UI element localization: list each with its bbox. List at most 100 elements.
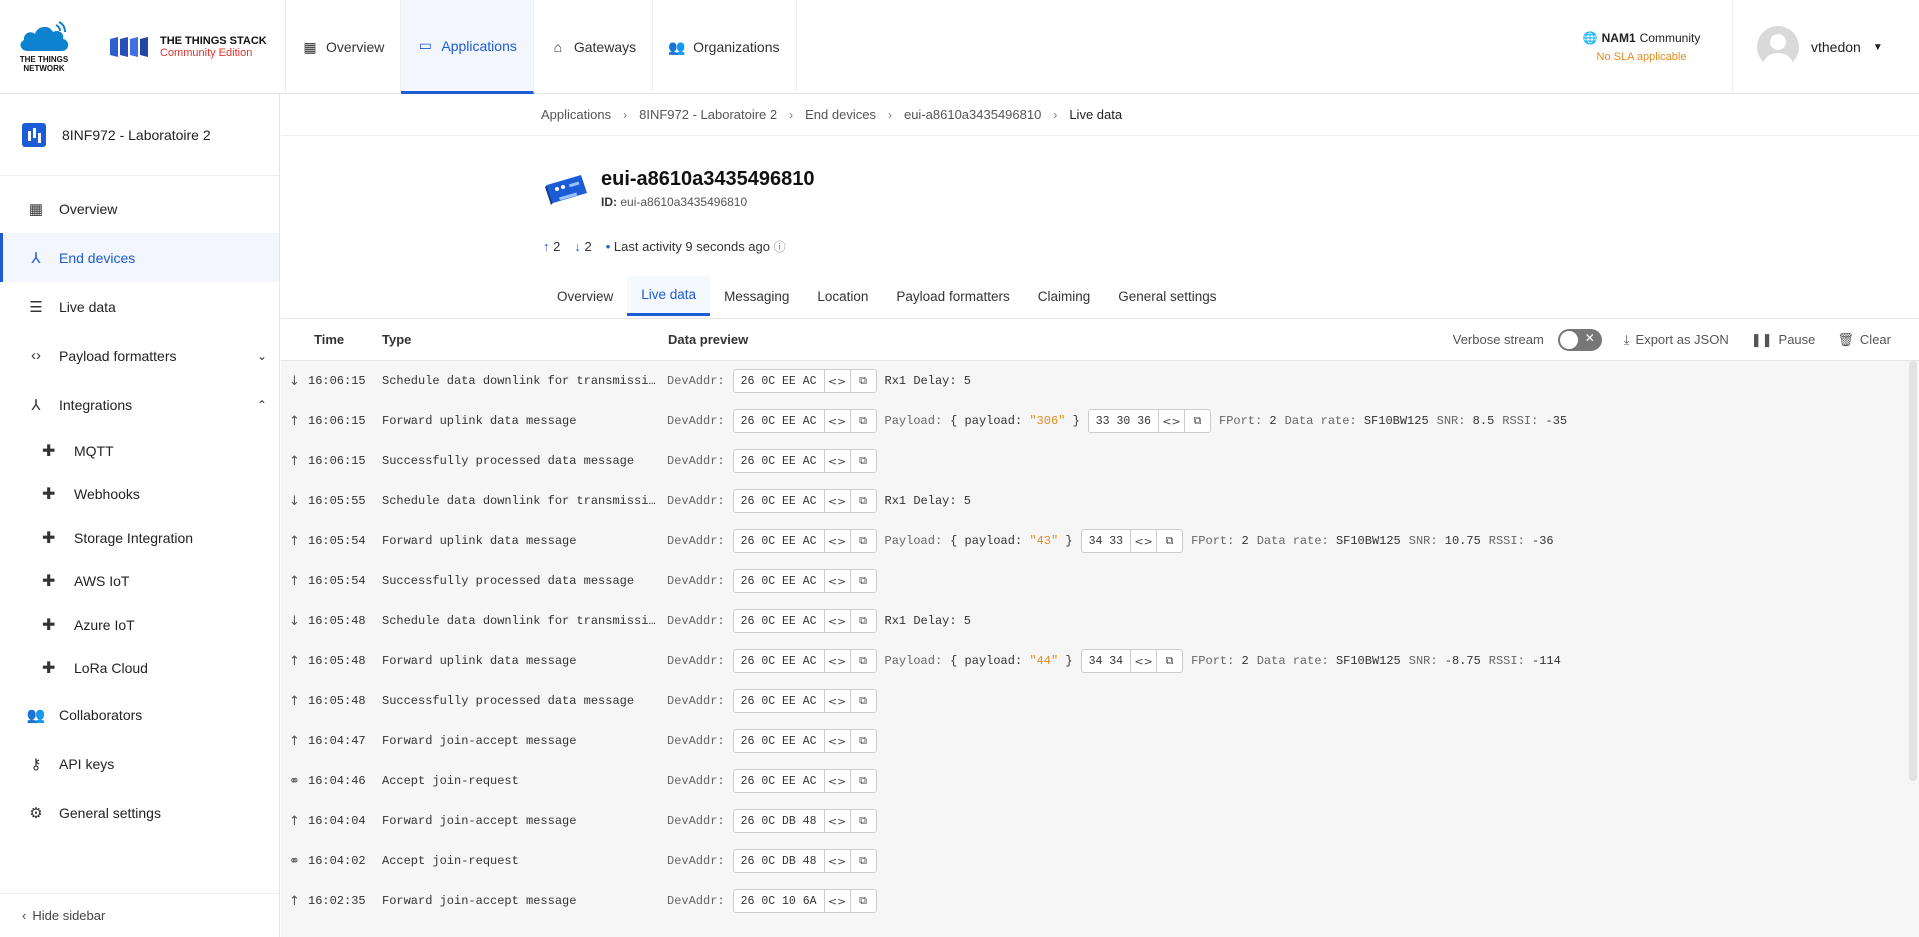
table-row[interactable]: ↓ 16:05:48 Schedule data downlink for tran… bbox=[281, 601, 1919, 641]
code-toggle-icon[interactable]: <> bbox=[823, 770, 850, 792]
code-toggle-icon[interactable]: <> bbox=[823, 530, 850, 552]
devaddr-value[interactable]: 26 0C EE AC bbox=[734, 535, 824, 548]
sidebar-item-azure-iot[interactable]: ✚ Azure IoT bbox=[0, 603, 279, 647]
copy-icon[interactable]: ⧉ bbox=[849, 890, 876, 912]
verbose-stream-toggle[interactable]: ✕ bbox=[1557, 328, 1602, 351]
code-toggle-icon[interactable]: <> bbox=[823, 850, 850, 872]
tab-location[interactable]: Location bbox=[803, 276, 882, 316]
payload-hex[interactable]: 34 34 bbox=[1082, 655, 1131, 668]
copy-icon[interactable]: ⧉ bbox=[849, 730, 876, 752]
code-toggle-icon[interactable]: <> bbox=[823, 610, 850, 632]
devaddr-value[interactable]: 26 0C DB 48 bbox=[734, 855, 824, 868]
ttn-logo[interactable]: THE THINGS NETWORK bbox=[0, 0, 88, 93]
code-toggle-icon[interactable]: <> bbox=[1130, 650, 1156, 672]
devaddr-value[interactable]: 26 0C EE AC bbox=[734, 615, 824, 628]
devaddr-value[interactable]: 26 0C EE AC bbox=[734, 735, 824, 748]
copy-icon[interactable]: ⧉ bbox=[849, 810, 876, 832]
table-row[interactable]: ↓ 16:05:55 Schedule data downlink for tran… bbox=[281, 481, 1919, 521]
help-icon[interactable]: ⓘ bbox=[774, 240, 786, 254]
copy-icon[interactable]: ⧉ bbox=[849, 850, 876, 872]
sidebar-item-live-data[interactable]: ☰ Live data bbox=[0, 282, 279, 331]
payload-hex[interactable]: 33 30 36 bbox=[1089, 415, 1158, 428]
devaddr-value[interactable]: 26 0C EE AC bbox=[734, 575, 824, 588]
user-menu[interactable]: vthedon ▼ bbox=[1733, 0, 1919, 94]
hide-sidebar-button[interactable]: ‹ Hide sidebar bbox=[0, 893, 279, 937]
table-row[interactable]: ⚭ 16:04:46 Accept join-request DevAddr: 26 0… bbox=[281, 761, 1919, 801]
tab-messaging[interactable]: Messaging bbox=[710, 276, 803, 316]
devaddr-value[interactable]: 26 0C EE AC bbox=[734, 455, 824, 468]
copy-icon[interactable]: ⧉ bbox=[1156, 530, 1182, 552]
nav-applications[interactable]: ▭ Applications bbox=[401, 0, 534, 94]
copy-icon[interactable]: ⧉ bbox=[849, 610, 876, 632]
sidebar-item-payload-formatters[interactable]: ‹› Payload formatters ⌄ bbox=[0, 331, 279, 380]
tab-general-settings[interactable]: General settings bbox=[1104, 276, 1230, 316]
devaddr-value[interactable]: 26 0C DB 48 bbox=[734, 815, 824, 828]
copy-icon[interactable]: ⧉ bbox=[849, 770, 876, 792]
devaddr-value[interactable]: 26 0C 10 6A bbox=[734, 895, 824, 908]
code-toggle-icon[interactable]: <> bbox=[823, 370, 850, 392]
devaddr-value[interactable]: 26 0C EE AC bbox=[734, 655, 824, 668]
sidebar-item-webhooks[interactable]: ✚ Webhooks bbox=[0, 473, 279, 517]
sidebar-app-header[interactable]: 8INF972 - Laboratoire 2 bbox=[0, 94, 279, 176]
breadcrumb-end-devices[interactable]: End devices bbox=[805, 107, 876, 122]
devaddr-value[interactable]: 26 0C EE AC bbox=[734, 695, 824, 708]
breadcrumb-device[interactable]: eui-a8610a3435496810 bbox=[904, 107, 1041, 122]
table-row[interactable]: ↑ 16:05:54 Successfully processed data mes… bbox=[281, 561, 1919, 601]
code-toggle-icon[interactable]: <> bbox=[823, 450, 850, 472]
table-row[interactable]: ↑ 16:06:15 Forward uplink data message DevA… bbox=[281, 401, 1919, 441]
table-row[interactable]: ↑ 16:05:48 Successfully processed data mes… bbox=[281, 681, 1919, 721]
sidebar-item-end-devices[interactable]: ⅄ End devices bbox=[0, 233, 279, 282]
table-row[interactable]: ↑ 16:04:47 Forward join-accept message DevA… bbox=[281, 721, 1919, 761]
table-row[interactable]: ↑ 16:06:15 Successfully processed data mes… bbox=[281, 441, 1919, 481]
nav-organizations[interactable]: 👥 Organizations bbox=[653, 0, 797, 94]
nav-overview[interactable]: ▦ Overview bbox=[286, 0, 402, 94]
sidebar-item-lora-cloud[interactable]: ✚ LoRa Cloud bbox=[0, 647, 279, 691]
sidebar-item-mqtt[interactable]: ✚ MQTT bbox=[0, 429, 279, 473]
scrollbar[interactable] bbox=[1909, 361, 1917, 781]
devaddr-value[interactable]: 26 0C EE AC bbox=[734, 415, 824, 428]
devaddr-value[interactable]: 26 0C EE AC bbox=[734, 775, 824, 788]
table-row[interactable]: ↑ 16:05:54 Forward uplink data message DevA… bbox=[281, 521, 1919, 561]
copy-icon[interactable]: ⧉ bbox=[849, 490, 876, 512]
stack-logo[interactable]: THE THINGS STACK Community Edition bbox=[88, 0, 286, 93]
payload-hex[interactable]: 34 33 bbox=[1082, 535, 1131, 548]
table-row[interactable]: ⚭ 16:04:02 Accept join-request DevAddr: 26 0… bbox=[281, 841, 1919, 881]
code-toggle-icon[interactable]: <> bbox=[823, 570, 850, 592]
code-toggle-icon[interactable]: <> bbox=[1158, 410, 1184, 432]
verbose-stream-control[interactable]: Verbose stream ✕ bbox=[1453, 328, 1602, 351]
export-json-button[interactable]: ⤓ Export as JSON bbox=[1624, 332, 1729, 348]
sidebar-item-overview[interactable]: ▦ Overview bbox=[0, 184, 279, 233]
table-row[interactable]: ↑ 16:04:04 Forward join-accept message DevA… bbox=[281, 801, 1919, 841]
breadcrumb-application[interactable]: 8INF972 - Laboratoire 2 bbox=[639, 107, 777, 122]
table-row[interactable]: ↑ 16:05:48 Forward uplink data message DevA… bbox=[281, 641, 1919, 681]
copy-icon[interactable]: ⧉ bbox=[849, 450, 876, 472]
code-toggle-icon[interactable]: <> bbox=[823, 730, 850, 752]
code-toggle-icon[interactable]: <> bbox=[823, 690, 850, 712]
clear-button[interactable]: 🗑 Clear bbox=[1837, 332, 1891, 348]
breadcrumb-applications[interactable]: Applications bbox=[541, 107, 611, 122]
copy-icon[interactable]: ⧉ bbox=[1184, 410, 1210, 432]
tab-live-data[interactable]: Live data bbox=[627, 276, 711, 316]
code-toggle-icon[interactable]: <> bbox=[823, 810, 850, 832]
sidebar-item-integrations[interactable]: ⅄ Integrations ⌃ bbox=[0, 380, 279, 429]
pause-button[interactable]: ❚❚ Pause bbox=[1751, 332, 1816, 348]
devaddr-value[interactable]: 26 0C EE AC bbox=[734, 495, 824, 508]
code-toggle-icon[interactable]: <> bbox=[823, 650, 850, 672]
tab-payload-formatters[interactable]: Payload formatters bbox=[882, 276, 1023, 316]
sidebar-item-aws-iot[interactable]: ✚ AWS IoT bbox=[0, 560, 279, 604]
tab-claiming[interactable]: Claiming bbox=[1024, 276, 1105, 316]
sidebar-item-api-keys[interactable]: ⚷ API keys bbox=[0, 739, 279, 788]
code-toggle-icon[interactable]: <> bbox=[1130, 530, 1156, 552]
cluster-info[interactable]: 🌐 NAM1 Community No SLA applicable bbox=[1551, 0, 1733, 94]
table-row[interactable]: ↓ 16:06:15 Schedule data downlink for tran… bbox=[281, 361, 1919, 401]
nav-gateways[interactable]: ⌂ Gateways bbox=[534, 0, 654, 94]
tab-overview[interactable]: Overview bbox=[543, 276, 627, 316]
copy-icon[interactable]: ⧉ bbox=[849, 690, 876, 712]
copy-icon[interactable]: ⧉ bbox=[849, 530, 876, 552]
sidebar-item-general-settings[interactable]: ⚙ General settings bbox=[0, 788, 279, 837]
table-row[interactable]: ↑ 16:02:35 Forward join-accept message DevA… bbox=[281, 881, 1919, 921]
sidebar-item-collaborators[interactable]: 👥 Collaborators bbox=[0, 690, 279, 739]
copy-icon[interactable]: ⧉ bbox=[849, 570, 876, 592]
code-toggle-icon[interactable]: <> bbox=[823, 410, 850, 432]
sidebar-item-storage[interactable]: ✚ Storage Integration bbox=[0, 516, 279, 560]
